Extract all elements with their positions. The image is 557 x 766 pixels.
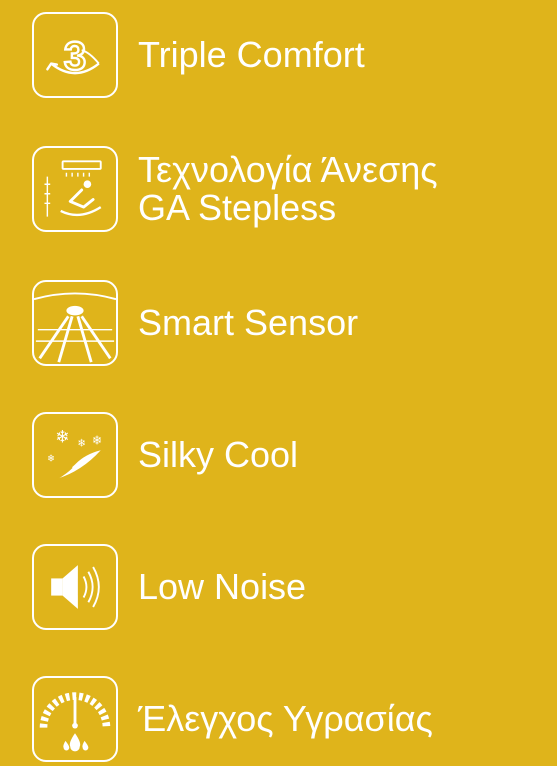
- silky-cool-icon: ❄ ❄ ❄ ❄: [32, 412, 118, 498]
- feature-label: Low Noise: [138, 566, 307, 607]
- humidity-control-icon: [32, 676, 118, 762]
- feature-label-line-2: GA Stepless: [138, 187, 337, 228]
- svg-text:❄: ❄: [55, 428, 69, 448]
- feature-label: Triple Comfort: [138, 34, 365, 75]
- feature-triple-comfort: 3 Triple Comfort: [32, 12, 365, 98]
- feature-label: Silky Cool: [138, 434, 299, 475]
- triple-comfort-icon: 3: [32, 12, 118, 98]
- feature-label: Smart Sensor: [138, 302, 359, 343]
- svg-text:❄: ❄: [47, 454, 55, 465]
- feature-label-line-1: Τεχνολογία Άνεσης: [138, 149, 438, 190]
- feature-smart-sensor: Smart Sensor: [32, 280, 358, 366]
- feature-label: Τεχνολογία Άνεσης GA Stepless: [138, 151, 438, 227]
- feature-silky-cool: ❄ ❄ ❄ ❄ Silky Cool: [32, 412, 298, 498]
- comfort-tech-icon: [32, 146, 118, 232]
- svg-text:❄: ❄: [92, 433, 102, 448]
- smart-sensor-icon: [32, 280, 118, 366]
- feature-label: Έλεγχος Υγρασίας: [138, 698, 433, 739]
- low-noise-icon: [32, 544, 118, 630]
- feature-comfort-technology: Τεχνολογία Άνεσης GA Stepless: [32, 146, 438, 232]
- feature-low-noise: Low Noise: [32, 544, 306, 630]
- svg-text:❄: ❄: [77, 437, 86, 449]
- feature-humidity-control: Έλεγχος Υγρασίας: [32, 676, 433, 762]
